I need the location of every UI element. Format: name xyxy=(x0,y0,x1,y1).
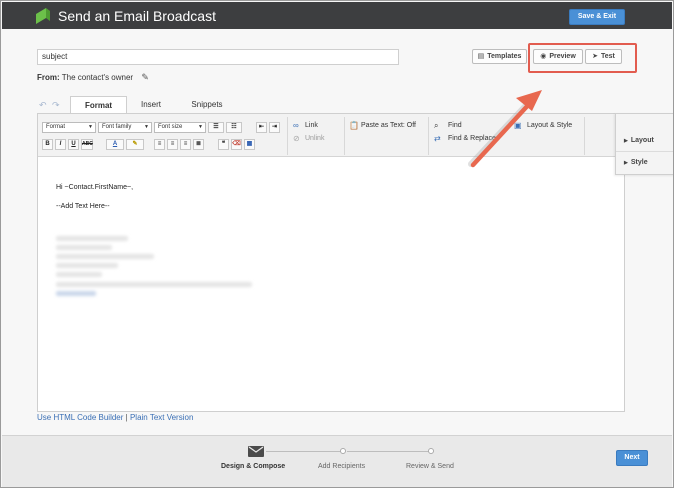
header-bar: Send an Email Broadcast Save & Exit xyxy=(2,2,672,29)
templates-label: Templates xyxy=(487,53,522,60)
blurred-signature xyxy=(56,263,118,268)
italic-icon[interactable]: I xyxy=(55,139,66,150)
blurred-signature xyxy=(56,245,112,250)
paste-as-text-button[interactable]: Paste as Text: Off xyxy=(361,122,416,129)
align-left-icon[interactable]: ≡ xyxy=(154,139,165,150)
clipboard-icon: 📋 xyxy=(349,121,359,130)
strikethrough-icon[interactable]: ABC xyxy=(81,139,93,150)
blurred-signature xyxy=(56,236,128,241)
step-dot xyxy=(428,448,434,454)
blurred-signature xyxy=(56,282,252,287)
chevron-right-icon: ▶ xyxy=(624,160,628,166)
style-panel-item[interactable]: ▶ Style xyxy=(616,152,673,174)
link-separator: | xyxy=(125,413,128,422)
text-color-icon[interactable]: A xyxy=(106,139,124,150)
from-label: From: xyxy=(37,73,60,82)
step-add-recipients[interactable]: Add Recipients xyxy=(318,463,365,470)
redo-icon[interactable]: ↷ xyxy=(52,100,60,111)
blurred-signature xyxy=(56,254,154,259)
pencil-icon[interactable]: ✎ xyxy=(141,72,149,83)
envelope-icon xyxy=(248,446,264,457)
tab-insert[interactable]: Insert xyxy=(132,96,170,113)
templates-button[interactable]: ▤ Templates xyxy=(472,49,527,64)
chevron-down-icon: ▼ xyxy=(198,124,203,130)
link-button[interactable]: Link xyxy=(305,122,318,129)
font-size-label: Font size xyxy=(158,124,183,130)
toolbar-divider xyxy=(584,117,585,155)
wizard-footer: Design & Compose Add Recipients Review &… xyxy=(2,435,672,487)
align-justify-icon[interactable]: ≣ xyxy=(193,139,204,150)
underline-icon[interactable]: U xyxy=(68,139,79,150)
toolbar-divider xyxy=(287,117,288,155)
find-button[interactable]: Find xyxy=(448,122,462,129)
indent-icon[interactable]: ⇥ xyxy=(269,122,280,133)
find-replace-button[interactable]: Find & Replace xyxy=(448,135,496,142)
page-title: Send an Email Broadcast xyxy=(58,8,216,24)
tab-format[interactable]: Format xyxy=(70,96,127,113)
blockquote-icon[interactable]: ❝ xyxy=(218,139,229,150)
style-label: Style xyxy=(630,159,648,166)
blurred-signature xyxy=(56,272,102,277)
clear-format-icon[interactable]: ⌫ xyxy=(231,139,242,150)
step-design-compose[interactable]: Design & Compose xyxy=(221,463,285,470)
format-select[interactable]: Format ▼ xyxy=(42,122,96,133)
bullet-list-icon[interactable]: ☰ xyxy=(208,122,224,133)
editor-toolbar: Format ▼ Font family ▼ Font size ▼ ☰ ☷ ⇤ ⇥ … xyxy=(38,114,624,157)
unlink-button[interactable]: Unlink xyxy=(305,135,324,142)
layout-style-icon: ▣ xyxy=(514,121,522,130)
font-size-select[interactable]: Font size ▼ xyxy=(154,122,206,133)
font-family-label: Font family xyxy=(102,124,132,130)
numbered-list-icon[interactable]: ☷ xyxy=(226,122,242,133)
toolbar-divider xyxy=(428,117,429,155)
link-icon: ∞ xyxy=(293,121,299,130)
next-button[interactable]: Next xyxy=(616,450,648,466)
editor-links: Use HTML Code Builder | Plain Text Versi… xyxy=(37,413,193,422)
blurred-link xyxy=(56,291,96,296)
from-value: The contact's owner xyxy=(61,73,134,82)
templates-icon: ▤ xyxy=(477,53,485,60)
layout-label: Layout xyxy=(630,137,654,144)
layout-style-panel: ▶ Layout ▶ Style xyxy=(615,113,673,175)
bold-icon[interactable]: B xyxy=(42,139,53,150)
chevron-right-icon: ▶ xyxy=(624,138,628,144)
chevron-down-icon: ▼ xyxy=(144,124,149,130)
toolbar-divider xyxy=(344,117,345,155)
find-replace-icon: ⇄ xyxy=(434,134,441,143)
tab-snippets[interactable]: Snippets xyxy=(183,96,231,113)
binoculars-icon: ⌕ xyxy=(434,121,439,130)
chevron-down-icon: ▼ xyxy=(88,124,93,130)
email-placeholder[interactable]: --Add Text Here-- xyxy=(56,203,110,210)
highlight-box xyxy=(528,43,637,73)
subject-input[interactable]: subject xyxy=(37,49,399,65)
html-builder-link[interactable]: Use HTML Code Builder xyxy=(37,413,123,422)
app-window: Send an Email Broadcast Save & Exit subj… xyxy=(0,0,674,488)
format-select-label: Format xyxy=(46,124,66,130)
email-editor: Format ▼ Font family ▼ Font size ▼ ☰ ☷ ⇤ ⇥ … xyxy=(37,113,625,412)
from-row: From: The contact's owner ✎ xyxy=(37,72,149,83)
undo-icon[interactable]: ↶ xyxy=(39,100,47,111)
unlink-icon: ⊘ xyxy=(293,134,300,143)
highlight-color-icon[interactable]: ✎ xyxy=(126,139,144,150)
layout-panel-item[interactable]: ▶ Layout xyxy=(616,130,673,152)
step-dot xyxy=(340,448,346,454)
email-greeting[interactable]: Hi ~Contact.FirstName~, xyxy=(56,184,133,191)
table-icon[interactable]: ▦ xyxy=(244,139,255,150)
align-right-icon[interactable]: ≡ xyxy=(180,139,191,150)
font-family-select[interactable]: Font family ▼ xyxy=(98,122,152,133)
step-connector xyxy=(347,451,429,452)
outdent-icon[interactable]: ⇤ xyxy=(256,122,267,133)
app-logo-icon xyxy=(36,8,50,24)
step-connector xyxy=(266,451,342,452)
step-review-send[interactable]: Review & Send xyxy=(406,463,454,470)
align-center-icon[interactable]: ≡ xyxy=(167,139,178,150)
layout-style-button[interactable]: Layout & Style xyxy=(527,122,572,129)
plain-text-link[interactable]: Plain Text Version xyxy=(130,413,193,422)
save-exit-button[interactable]: Save & Exit xyxy=(569,9,625,25)
